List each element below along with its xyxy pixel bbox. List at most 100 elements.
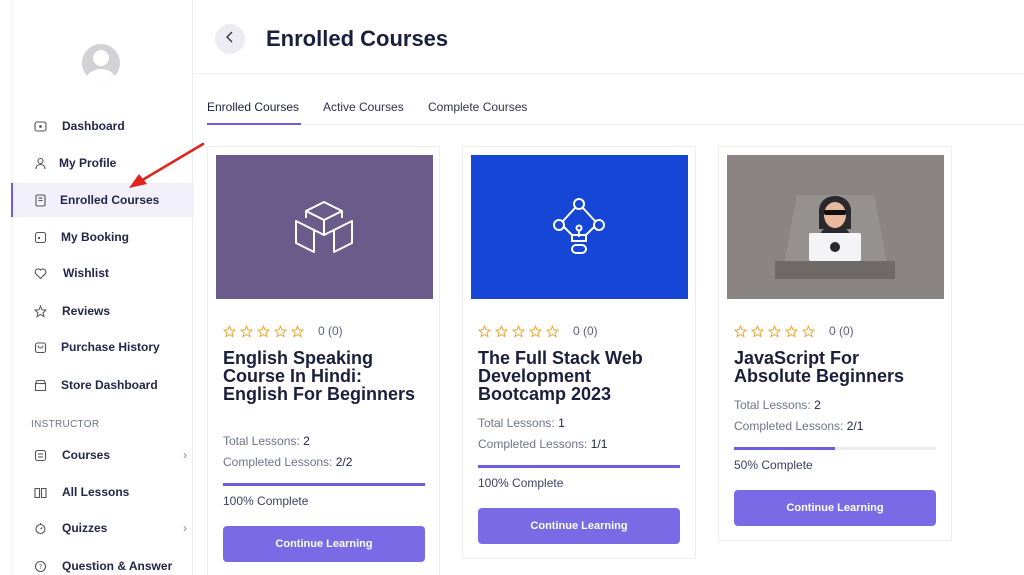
progress-fill [223, 483, 425, 486]
sidebar: Dashboard My Profile Enrolled Courses My… [11, 0, 194, 575]
sidebar-item-wishlist[interactable]: Wishlist [12, 256, 194, 290]
avatar-shoulders [86, 69, 116, 82]
annotation-arrow [129, 142, 205, 188]
completed-lessons-value: 1/1 [590, 437, 608, 451]
tab-enrolled-courses[interactable]: Enrolled Courses [207, 100, 299, 114]
progress-fill [734, 447, 835, 450]
continue-learning-button[interactable]: Continue Learning [734, 490, 936, 526]
total-lessons: Total Lessons: 1 [478, 416, 565, 430]
sidebar-item-purchase-history[interactable]: Purchase History [12, 330, 194, 364]
question-icon: ? [34, 560, 47, 573]
star-icon [257, 324, 270, 338]
sidebar-item-my-booking[interactable]: My Booking [12, 220, 194, 254]
completed-lessons-label: Completed Lessons: [734, 419, 844, 433]
sidebar-item-label: My Profile [59, 156, 117, 170]
sidebar-item-label: Store Dashboard [61, 378, 158, 392]
star-icon [546, 324, 559, 338]
rating-count: 0 (0) [318, 324, 343, 338]
completed-lessons-value: 2/1 [846, 419, 864, 433]
star-icon [512, 324, 525, 338]
rating: 0 (0) [734, 324, 854, 338]
course-card: 0 (0) English Speaking Course In Hindi: … [207, 146, 440, 575]
star-icon [34, 304, 47, 318]
sidebar-item-label: Courses [62, 448, 111, 462]
booking-icon [34, 231, 47, 244]
star-icon [495, 324, 508, 338]
completed-lessons-label: Completed Lessons: [223, 455, 333, 469]
course-title[interactable]: JavaScript For Absolute Beginners [734, 349, 939, 385]
completed-lessons: Completed Lessons: 2/1 [734, 419, 863, 433]
sidebar-item-label: Purchase History [61, 340, 160, 354]
completed-lessons: Completed Lessons: 2/2 [223, 455, 352, 469]
total-lessons-label: Total Lessons: [223, 434, 300, 448]
chevron-right-icon[interactable]: › [183, 521, 187, 535]
star-icon [802, 324, 815, 338]
complete-percentage: 100% Complete [223, 494, 309, 508]
sidebar-item-dashboard[interactable]: Dashboard [12, 109, 194, 143]
quiz-icon [34, 522, 47, 535]
dashboard-icon [34, 120, 47, 133]
avatar-head [93, 50, 109, 66]
page-title: Enrolled Courses [266, 26, 449, 51]
cube-icon [295, 201, 353, 253]
sidebar-item-reviews[interactable]: Reviews [12, 294, 194, 328]
book-icon [34, 193, 47, 207]
total-lessons-label: Total Lessons: [478, 416, 555, 430]
hacker-illustration [775, 195, 895, 279]
rating: 0 (0) [223, 324, 343, 338]
star-icon [274, 324, 287, 338]
back-button[interactable] [215, 24, 245, 54]
complete-percentage: 100% Complete [478, 476, 564, 490]
star-icon [478, 324, 491, 338]
course-card: 0 (0) JavaScript For Absolute Beginners … [718, 146, 952, 541]
completed-lessons-label: Completed Lessons: [478, 437, 588, 451]
courses-icon [34, 449, 47, 462]
svg-text:?: ? [39, 563, 43, 571]
sidebar-item-quizzes[interactable]: Quizzes › [12, 511, 194, 545]
sidebar-item-store-dashboard[interactable]: Store Dashboard [12, 368, 194, 402]
total-lessons: Total Lessons: 2 [223, 434, 310, 448]
heart-icon [34, 267, 47, 280]
total-lessons-value: 2 [814, 398, 821, 412]
course-thumbnail[interactable] [471, 155, 688, 299]
course-title[interactable]: The Full Stack Web Development Bootcamp … [478, 349, 683, 403]
sidebar-item-courses[interactable]: Courses › [12, 438, 194, 472]
sidebar-item-question-answer[interactable]: ? Question & Answer [12, 549, 194, 575]
sidebar-item-label: Reviews [62, 304, 111, 318]
course-thumbnail[interactable] [727, 155, 944, 299]
lessons-icon [34, 486, 47, 499]
continue-learning-button[interactable]: Continue Learning [223, 526, 425, 562]
star-icon [768, 324, 781, 338]
sidebar-item-label: Dashboard [62, 119, 125, 133]
star-icon [240, 324, 253, 338]
rating-count: 0 (0) [573, 324, 598, 338]
star-icon [751, 324, 764, 338]
star-icon [529, 324, 542, 338]
sidebar-item-label: Enrolled Courses [60, 193, 160, 207]
course-title[interactable]: English Speaking Course In Hindi: Englis… [223, 349, 423, 403]
completed-lessons-value: 2/2 [335, 455, 353, 469]
total-lessons-label: Total Lessons: [734, 398, 811, 412]
total-lessons: Total Lessons: 2 [734, 398, 821, 412]
tab-complete-courses[interactable]: Complete Courses [428, 100, 527, 114]
star-icon [734, 324, 747, 338]
progress-bar [223, 483, 425, 486]
cart-icon [34, 341, 47, 354]
continue-learning-button[interactable]: Continue Learning [478, 508, 680, 544]
sidebar-item-label: My Booking [61, 230, 129, 244]
complete-percentage: 50% Complete [734, 458, 813, 472]
rating-count: 0 (0) [829, 324, 854, 338]
course-tabs: Enrolled Courses Active Courses Complete… [207, 96, 1024, 125]
total-lessons-value: 1 [558, 416, 565, 430]
progress-fill [478, 465, 680, 468]
chevron-left-icon [225, 30, 235, 48]
course-thumbnail[interactable] [216, 155, 433, 299]
tab-active-courses[interactable]: Active Courses [323, 100, 404, 114]
rating: 0 (0) [478, 324, 598, 338]
chevron-right-icon[interactable]: › [183, 448, 187, 462]
avatar[interactable] [82, 44, 120, 82]
store-icon [34, 379, 47, 392]
sidebar-item-label: Quizzes [62, 521, 108, 535]
sidebar-item-all-lessons[interactable]: All Lessons [12, 475, 194, 509]
sidebar-item-label: Wishlist [63, 266, 109, 280]
